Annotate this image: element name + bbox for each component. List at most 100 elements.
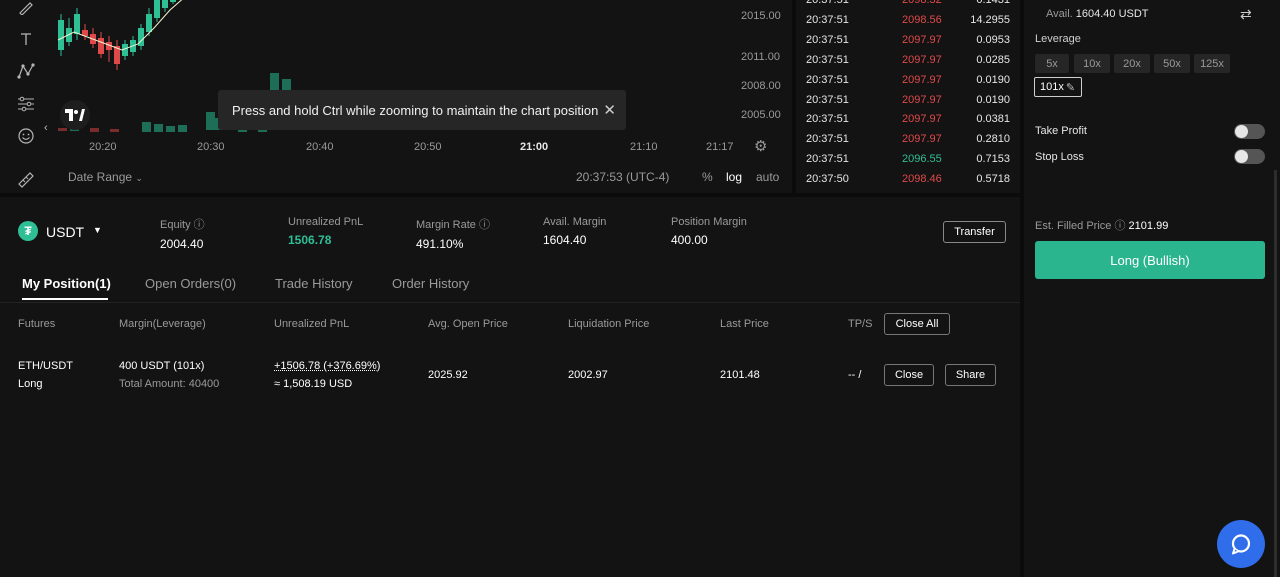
est-price-value: 2101.99 [1128,220,1169,232]
position-tpsl[interactable]: -- / [848,369,861,381]
column-header: Futures [18,318,56,330]
trade-size: 0.5718 [976,173,1010,186]
percent-scale-toggle[interactable]: % [702,170,713,184]
time-tick: 21:10 [630,141,658,153]
upnl-label: Unrealized PnL [288,216,364,228]
usdt-coin-icon: ₮ [18,221,38,241]
share-button[interactable]: Share [945,364,996,386]
volume-bar [206,112,215,130]
trade-time: 20:37:51 [806,0,849,6]
position-total-amount: Total Amount: 40400 [119,378,220,390]
close-all-button[interactable]: Close All [884,313,950,335]
text-tool-icon[interactable] [14,28,38,50]
position-symbol[interactable]: ETH/USDT [18,360,73,372]
candle-body [146,14,152,32]
trade-time: 20:37:51 [806,133,849,146]
trade-price: 2097.97 [902,53,942,66]
trade-price: 2096.55 [902,153,942,166]
ruler-icon[interactable] [14,169,38,191]
long-bullish-button[interactable]: Long (Bullish) [1035,241,1265,279]
time-tick: 20:40 [306,141,334,153]
leverage-label: Leverage [1035,33,1081,45]
pattern-tool-icon[interactable] [14,60,38,82]
transfer-button[interactable]: Transfer [943,221,1006,243]
volume-bar [166,126,175,132]
tab-order-history[interactable]: Order History [392,276,469,291]
position-liquidation: 2002.97 [568,369,608,381]
trade-size: 0.2810 [976,133,1010,146]
column-header: Last Price [720,318,769,330]
margin-rate-label: Margin Rate [416,219,476,231]
candle-body [154,0,160,18]
chart-panel[interactable]: 2015.00 2011.00 2008.00 2005.00 20:20 20… [0,0,792,193]
candlestick-chart[interactable]: 2015.00 2011.00 2008.00 2005.00 [50,0,790,160]
leverage-option-50x[interactable]: 50x [1154,54,1190,73]
tradingview-logo-icon[interactable] [60,100,90,130]
caret-down-icon[interactable]: ▼ [93,225,102,235]
position-side: Long [18,378,43,390]
collapse-toolbar-icon[interactable]: ‹ [44,122,48,134]
swap-icon[interactable]: ⇄ [1240,6,1252,23]
emoji-icon[interactable] [14,125,38,147]
trade-size: 0.0190 [976,93,1010,106]
trade-row: 20:37:51 2097.97 0.0953 [796,34,1020,54]
take-profit-label: Take Profit [1035,125,1087,137]
position-avg-open: 2025.92 [428,369,468,381]
scrollbar[interactable] [1274,170,1277,577]
indicator-tool-icon[interactable] [14,93,38,115]
leverage-option-10x[interactable]: 10x [1074,54,1110,73]
trade-row: 20:37:51 2097.97 0.0381 [796,113,1020,133]
chat-support-button[interactable] [1217,520,1265,568]
stop-loss-toggle[interactable] [1234,149,1265,164]
column-header: TP/S [848,318,873,330]
gear-icon[interactable]: ⚙ [754,137,767,155]
leverage-current-input[interactable]: 101x ✎ [1034,77,1082,97]
trade-row: 20:37:51 2097.97 0.2810 [796,133,1020,153]
info-icon[interactable]: ⓘ [479,219,490,231]
info-icon[interactable]: ⓘ [194,219,205,231]
trade-time: 20:37:51 [806,113,849,126]
log-scale-toggle[interactable]: log [726,170,742,184]
tab-open-orders[interactable]: Open Orders(0) [145,276,236,291]
brush-icon[interactable] [14,0,38,18]
close-position-button[interactable]: Close [884,364,934,386]
date-range-label: Date Range [68,170,133,184]
avail-margin-label: Avail. Margin [543,216,607,228]
trade-price: 2097.97 [902,73,942,86]
trade-time: 20:37:51 [806,13,849,26]
auto-scale-toggle[interactable]: auto [756,170,779,184]
order-panel: Avail. 1604.40 USDT ⇄ Leverage 5x 10x 20… [1024,0,1280,577]
currency-selector[interactable]: USDT [46,224,84,240]
date-range-dropdown[interactable]: Date Range ⌄ [68,170,143,184]
tooltip-text: Press and hold Ctrl while zooming to mai… [232,102,599,118]
leverage-option-5x[interactable]: 5x [1035,54,1069,73]
position-last-price: 2101.48 [720,369,760,381]
volume-bar [58,128,67,131]
available-balance: Avail. 1604.40 USDT [1046,8,1149,20]
trade-price: 2098.46 [902,173,942,186]
column-header: Unrealized PnL [274,318,350,330]
est-price-label: Est. Filled Price [1035,220,1112,232]
time-tick: 20:50 [414,141,442,153]
chart-clock: 20:37:53 (UTC-4) [576,170,670,184]
trade-time: 20:37:51 [806,33,849,46]
position-pnl[interactable]: +1506.78 (+376.69%) [274,360,380,372]
zoom-tooltip: Press and hold Ctrl while zooming to mai… [218,90,626,130]
tab-my-position[interactable]: My Position(1) [22,276,111,291]
trade-size: 0.7153 [976,153,1010,166]
trade-row: 20:37:50 2098.46 0.5718 [796,173,1020,193]
unrealized-pnl-metric: Unrealized PnL 1506.78 [288,216,363,247]
close-icon[interactable]: ✕ [603,101,616,119]
tab-trade-history[interactable]: Trade History [275,276,353,291]
chat-icon [1231,534,1251,555]
candle-body [170,0,176,2]
drawing-toolbar [0,0,50,193]
take-profit-toggle[interactable] [1234,124,1265,139]
leverage-option-125x[interactable]: 125x [1194,54,1230,73]
candle-body [74,14,80,34]
candle-body [98,38,104,54]
leverage-option-20x[interactable]: 20x [1114,54,1150,73]
volume-bar [178,125,187,132]
position-margin-metric: Position Margin 400.00 [671,216,747,247]
candles [58,0,176,70]
